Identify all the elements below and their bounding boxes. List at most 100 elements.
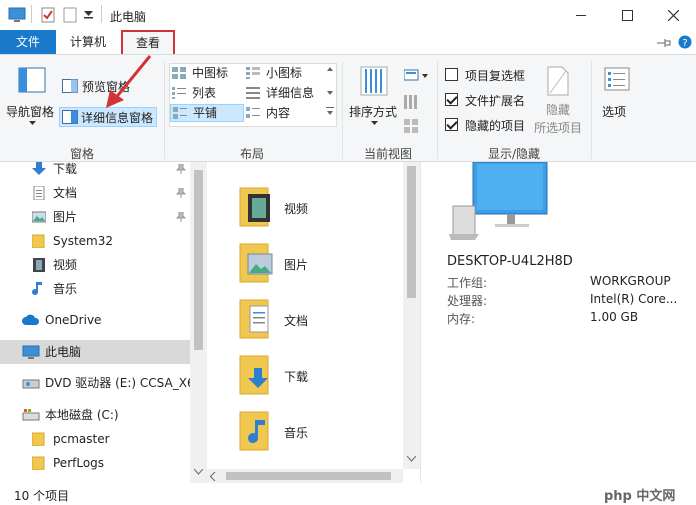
content-scrollbar[interactable]: [403, 162, 420, 469]
new-folder-icon[interactable]: [63, 7, 77, 23]
dvd-drive-icon: [22, 379, 40, 389]
nav-item-videos[interactable]: 视频: [0, 253, 190, 277]
minimize-button[interactable]: [558, 0, 604, 30]
pin-ribbon-icon[interactable]: [657, 38, 671, 48]
nav-item-downloads[interactable]: 下载: [0, 157, 190, 181]
details-pane: DESKTOP-U4L2H8D 工作组: WORKGROUP 处理器: Inte…: [420, 162, 696, 483]
nav-item-perflogs[interactable]: PerfLogs: [0, 451, 190, 475]
layout-small-icons[interactable]: 小图标: [246, 64, 332, 82]
navigation-pane: 下载 文档 图片 System32 视频 音乐 OneDrive 此电脑 DVD…: [0, 162, 207, 483]
detail-key-memory: 内存:: [447, 312, 476, 326]
item-checkboxes-toggle[interactable]: 项目复选框: [445, 67, 535, 83]
nav-scrollbar-thumb[interactable]: [194, 170, 203, 350]
nav-item-pcmaster[interactable]: pcmaster: [0, 427, 190, 451]
nav-item-documents[interactable]: 文档: [0, 181, 190, 205]
medium-icons-icon: [172, 67, 186, 79]
folder-tile-documents[interactable]: 文档: [238, 298, 368, 342]
nav-item-local-disk[interactable]: 本地磁盘 (C:): [0, 403, 190, 427]
computer-icon: [8, 7, 26, 22]
layout-tiles[interactable]: 平铺: [170, 104, 244, 122]
computer-icon: [22, 345, 40, 359]
maximize-button[interactable]: [604, 0, 650, 30]
item-checkboxes-checkbox[interactable]: [445, 68, 458, 81]
nav-item-this-pc[interactable]: 此电脑: [0, 340, 190, 364]
detail-key-processor: 处理器:: [447, 294, 488, 308]
folder-tile-videos[interactable]: 视频: [238, 186, 368, 230]
nav-item-system32[interactable]: System32: [0, 229, 190, 253]
layout-list[interactable]: 列表: [172, 84, 244, 102]
tab-computer[interactable]: 计算机: [62, 30, 114, 54]
folder-tile-music[interactable]: 音乐: [238, 410, 368, 454]
content-hscrollbar-thumb[interactable]: [226, 472, 391, 480]
pin-icon[interactable]: [176, 188, 186, 198]
content-hscrollbar[interactable]: [206, 469, 403, 483]
close-icon: [667, 9, 679, 21]
file-extensions-checkbox[interactable]: [445, 93, 458, 106]
picture-folder-icon: [239, 243, 273, 283]
layout-content[interactable]: 内容: [246, 104, 332, 122]
ribbon-tabs: 文件 计算机 查看 ?: [0, 30, 696, 57]
computer-name: DESKTOP-U4L2H8D: [447, 254, 573, 269]
layout-scroll-icon[interactable]: [326, 65, 334, 121]
scroll-down-icon[interactable]: [194, 469, 203, 475]
tiles-icon: [173, 107, 187, 119]
nav-pane-button[interactable]: 导航窗格: [6, 61, 56, 141]
download-folder-icon: [239, 355, 269, 395]
tab-file[interactable]: 文件: [0, 30, 56, 54]
layout-label: 中图标: [192, 66, 229, 80]
folder-icon: [32, 234, 45, 248]
layout-medium-icons[interactable]: 中图标: [172, 64, 244, 82]
hidden-items-checkbox[interactable]: [445, 118, 458, 131]
sort-by-label: 排序方式: [349, 105, 398, 119]
cloud-icon: [22, 314, 40, 325]
folder-tile-downloads[interactable]: 下载: [238, 354, 368, 398]
sort-by-button[interactable]: 排序方式: [347, 61, 401, 141]
layout-details[interactable]: 详细信息: [246, 84, 332, 102]
scroll-down-icon[interactable]: [407, 456, 416, 462]
download-icon: [32, 162, 46, 175]
hide-selected-button[interactable]: 隐藏 所选项目: [532, 61, 586, 141]
pin-icon[interactable]: [176, 212, 186, 222]
properties-icon[interactable]: [40, 7, 56, 23]
size-columns-icon[interactable]: [404, 119, 418, 133]
nav-scrollbar[interactable]: [190, 162, 207, 483]
list-icon: [172, 87, 186, 99]
disk-drive-icon: [22, 409, 40, 421]
ribbon-separator: [437, 61, 438, 159]
layout-label: 小图标: [266, 66, 303, 80]
file-extensions-label: 文件扩展名: [465, 94, 526, 108]
help-icon[interactable]: ?: [678, 35, 692, 49]
options-icon: [604, 67, 630, 91]
window-title: 此电脑: [110, 10, 147, 24]
status-bar: 10 个项目 php 中文网: [0, 483, 696, 505]
options-button[interactable]: 选项: [598, 61, 638, 141]
folder-tile-pictures[interactable]: 图片: [238, 242, 368, 286]
layout-label: 平铺: [193, 106, 218, 120]
title-bar: 此电脑: [0, 0, 696, 30]
group-label-layout: 布局: [239, 147, 264, 161]
hidden-items-toggle[interactable]: 隐藏的项目: [445, 117, 535, 133]
nav-item-dvd-drive[interactable]: DVD 驱动器 (E:) CCSA_X64: [0, 371, 190, 395]
details-icon: [246, 87, 260, 99]
video-folder-icon: [239, 187, 270, 227]
file-extensions-toggle[interactable]: 文件扩展名: [445, 92, 535, 108]
pin-icon[interactable]: [176, 164, 186, 174]
folder-icon: [32, 432, 45, 446]
picture-icon: [32, 211, 46, 223]
chevron-down-icon: [29, 121, 36, 125]
scroll-left-icon[interactable]: [210, 472, 216, 481]
content-scrollbar-thumb[interactable]: [407, 166, 416, 298]
nav-item-pictures[interactable]: 图片: [0, 205, 190, 229]
nav-pane-icon: [18, 67, 46, 93]
folder-icon: [32, 456, 45, 470]
detail-value-processor: Intel(R) Core...: [590, 292, 678, 306]
minimize-icon: [576, 15, 586, 16]
add-columns-icon[interactable]: [404, 95, 418, 109]
nav-item-onedrive[interactable]: OneDrive: [0, 308, 190, 332]
quick-access-dropdown-icon[interactable]: [84, 11, 94, 19]
close-button[interactable]: [650, 0, 696, 30]
small-icons-icon: [246, 67, 260, 79]
nav-item-music[interactable]: 音乐: [0, 277, 190, 301]
group-by-icon[interactable]: [404, 69, 430, 83]
document-icon: [33, 186, 45, 200]
